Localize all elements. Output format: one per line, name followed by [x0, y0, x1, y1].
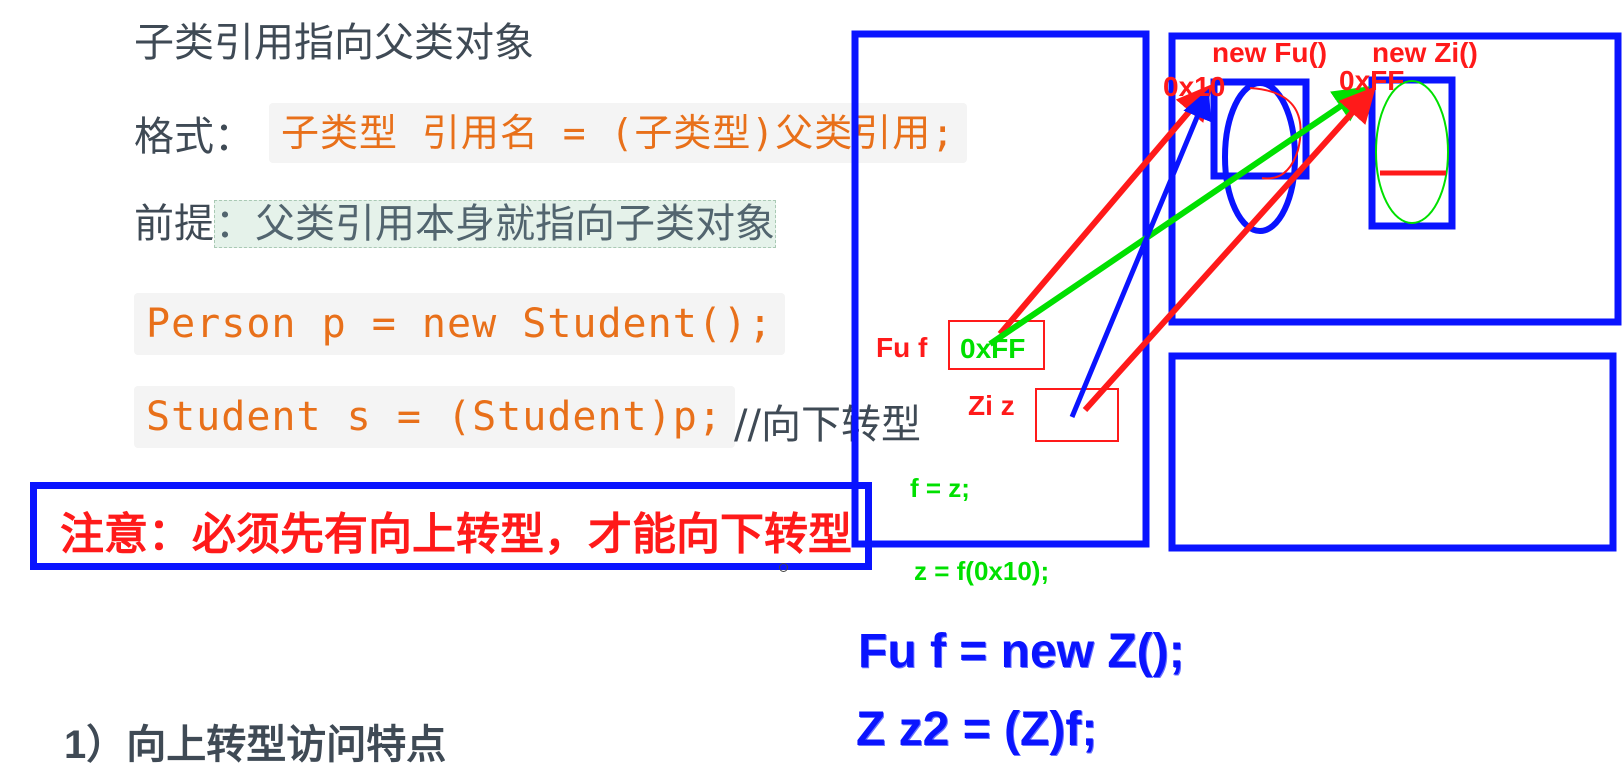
var-z-box — [1035, 388, 1119, 442]
label-addr-fu: 0x10 — [1163, 71, 1225, 102]
label-var-f: Fu f — [876, 332, 928, 363]
stack-box — [851, 30, 1150, 548]
label-new-zi: new Zi() — [1372, 37, 1478, 68]
method-area-box — [1168, 352, 1617, 552]
fu-object-ellipse — [1222, 80, 1298, 234]
code-big-upcast: Fu f = new Z(); — [858, 625, 1185, 678]
label-assign-1: f = z; — [910, 473, 970, 503]
label-assign-2: z = f(0x10); — [914, 556, 1049, 586]
code-big-downcast: Z z2 = (Z)f; — [856, 703, 1098, 756]
label-var-f-value: 0xFF — [960, 333, 1025, 364]
zi-object-box — [1368, 76, 1456, 230]
mouse-cursor — [779, 563, 788, 572]
zi-object-ellipse — [1375, 80, 1449, 224]
label-var-z: Zi z — [968, 390, 1015, 421]
memory-diagram: new Fu() new Zi() 0x10 0xFF Fu f 0xFF Zi… — [851, 30, 1622, 586]
arrow-z-to-fu — [1069, 88, 1212, 418]
label-new-fu: new Fu() — [1212, 37, 1327, 68]
label-addr-zi: 0xFF — [1339, 65, 1404, 96]
